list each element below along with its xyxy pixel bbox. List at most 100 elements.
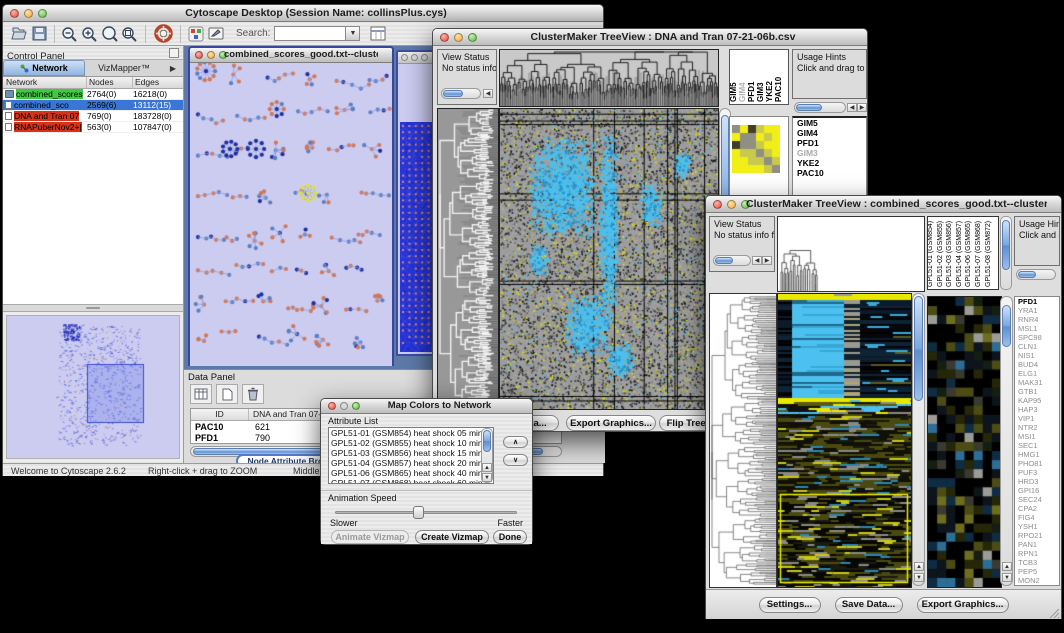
- column-header-network[interactable]: Network: [3, 77, 87, 88]
- gene-label[interactable]: MSL1: [1015, 324, 1059, 333]
- column-label[interactable]: GPL51-07 (GSM868): [975, 221, 982, 287]
- move-up-button[interactable]: ∧: [503, 436, 528, 448]
- gene-label[interactable]: SEC24: [1015, 495, 1059, 504]
- tv2-export-graphics-button[interactable]: Export Graphics...: [917, 597, 1009, 613]
- column-label[interactable]: GPL51-04 (GSM857): [956, 221, 963, 287]
- background-window-titlebar[interactable]: [398, 52, 436, 64]
- column-label[interactable]: GPL51-02 (GSM855): [937, 221, 944, 287]
- column-label[interactable]: GPL51-01 (GSM854): [927, 221, 934, 287]
- zoom-fit-icon[interactable]: [100, 24, 120, 44]
- panel-float-icon[interactable]: [169, 48, 179, 58]
- minimize-button[interactable]: [411, 54, 418, 61]
- overview-splitter[interactable]: [3, 304, 183, 312]
- column-label[interactable]: PAC10: [774, 77, 783, 102]
- scrollbar-thumb[interactable]: [1002, 220, 1010, 270]
- scroll-down-arrow[interactable]: ▼: [914, 573, 924, 582]
- gene-label[interactable]: RNR4: [1015, 315, 1059, 324]
- birdseye-view-canvas[interactable]: [6, 315, 180, 459]
- tv1-row-dendrogram[interactable]: [437, 108, 499, 410]
- column-header-id[interactable]: ID: [191, 409, 249, 420]
- minimize-button[interactable]: [340, 402, 348, 410]
- gene-label[interactable]: HRD3: [1015, 477, 1059, 486]
- gene-label[interactable]: MON2: [1015, 576, 1059, 585]
- scroll-right-arrow[interactable]: ▶: [857, 103, 867, 112]
- scrollbar-thumb[interactable]: [1002, 305, 1011, 347]
- network-table-row[interactable]: combined_sco 2569(6) 13112(15): [3, 100, 183, 111]
- tv1-column-dendrogram[interactable]: [499, 49, 719, 107]
- column-label[interactable]: YKE2: [765, 81, 774, 102]
- zoom-in-icon[interactable]: [80, 24, 100, 44]
- tv2-status-hscrollbar[interactable]: [713, 255, 751, 266]
- tv2-heatmap[interactable]: [777, 293, 912, 588]
- done-button[interactable]: Done: [493, 530, 527, 544]
- gene-label[interactable]: ELG1: [1015, 369, 1059, 378]
- column-label[interactable]: GIM3: [756, 82, 765, 102]
- close-button[interactable]: [195, 51, 203, 59]
- gene-label[interactable]: PUF3: [1015, 468, 1059, 477]
- column-header-edges[interactable]: Edges: [133, 77, 183, 88]
- attribute-select-icon[interactable]: [190, 384, 212, 404]
- scrollbar-thumb[interactable]: [796, 104, 822, 111]
- gene-label[interactable]: VIP1: [1015, 414, 1059, 423]
- scroll-down-arrow[interactable]: ▼: [482, 473, 492, 482]
- gene-label[interactable]: SEC1: [1015, 441, 1059, 450]
- column-label[interactable]: PFD1: [747, 82, 756, 102]
- dialog-titlebar[interactable]: Map Colors to Network: [321, 399, 532, 414]
- gene-label[interactable]: PHO81: [1015, 459, 1059, 468]
- tv1-export-graphics-button[interactable]: Export Graphics...: [566, 415, 656, 431]
- annotation-icon[interactable]: [206, 24, 226, 44]
- main-title-bar[interactable]: Cytoscape Desktop (Session Name: collins…: [3, 5, 603, 22]
- search-dropdown-button[interactable]: ▼: [346, 26, 360, 41]
- gene-label[interactable]: GTB1: [1015, 387, 1059, 396]
- move-down-button[interactable]: ∨: [503, 454, 528, 466]
- gene-label[interactable]: YKE2: [793, 158, 866, 168]
- tv1-heatmap[interactable]: [499, 108, 719, 410]
- gene-label[interactable]: RPO21: [1015, 531, 1059, 540]
- tv1-hints-hscrollbar[interactable]: [794, 102, 846, 113]
- gene-label[interactable]: RPN1: [1015, 549, 1059, 558]
- gene-label[interactable]: HAP3: [1015, 405, 1059, 414]
- network-window-titlebar[interactable]: combined_scores_good.txt--cluste...: [190, 48, 392, 63]
- gene-label[interactable]: CLN1: [1015, 342, 1059, 351]
- attribute-list-item[interactable]: GPL51-01 (GSM854) heat shock 05 min: [329, 428, 493, 438]
- gene-label[interactable]: BUD4: [1015, 360, 1059, 369]
- attribute-list-item[interactable]: GPL51-06 (GSM865) heat shock 40 min: [329, 468, 493, 478]
- gene-label[interactable]: PAC10: [793, 168, 866, 178]
- minimize-button[interactable]: [207, 51, 215, 59]
- close-button[interactable]: [713, 200, 722, 209]
- tv2-labels-vscrollbar[interactable]: [1000, 216, 1012, 290]
- tv2-column-dendrogram[interactable]: [777, 216, 925, 292]
- open-file-icon[interactable]: [9, 24, 29, 44]
- gene-label[interactable]: KAP95: [1015, 396, 1059, 405]
- help-lifering-icon[interactable]: [151, 24, 175, 44]
- delete-attribute-icon[interactable]: [242, 384, 264, 404]
- tv2-row-dendrogram[interactable]: [709, 293, 777, 588]
- zoom-button[interactable]: [421, 54, 428, 61]
- zoom-out-icon[interactable]: [60, 24, 80, 44]
- attribute-list-item[interactable]: GPL51-03 (GSM856) heat shock 15 min: [329, 448, 493, 458]
- tv1-yellow-matrix[interactable]: [732, 125, 780, 173]
- gene-label[interactable]: NTR2: [1015, 423, 1059, 432]
- scroll-left-arrow[interactable]: ◀: [752, 256, 762, 265]
- treeview1-titlebar[interactable]: ClusterMaker TreeView : DNA and Tran 07-…: [433, 29, 867, 46]
- gene-label[interactable]: MSI1: [1015, 432, 1059, 441]
- attribute-list[interactable]: GPL51-01 (GSM854) heat shock 05 min GPL51…: [328, 427, 494, 484]
- create-vizmap-button[interactable]: Create Vizmap: [415, 530, 489, 544]
- gene-label[interactable]: SPC98: [1015, 333, 1059, 342]
- minimize-button[interactable]: [727, 200, 736, 209]
- column-label[interactable]: GPL51-08 (GSM872): [985, 221, 992, 287]
- zoom-selected-icon[interactable]: [120, 24, 140, 44]
- scrollbar-thumb[interactable]: [914, 296, 923, 401]
- column-header-nodes[interactable]: Nodes: [87, 77, 133, 88]
- resize-grip[interactable]: [1048, 607, 1060, 619]
- scroll-left-arrow[interactable]: ◀: [483, 89, 493, 98]
- gene-label[interactable]: YSH1: [1015, 522, 1059, 531]
- treeview2-titlebar[interactable]: ClusterMaker TreeView : combined_scores_…: [706, 196, 1061, 213]
- column-label[interactable]: GIM5: [729, 82, 738, 102]
- gene-label[interactable]: MAK31: [1015, 378, 1059, 387]
- gene-label[interactable]: CPA2: [1015, 504, 1059, 513]
- gene-label[interactable]: PAN1: [1015, 540, 1059, 549]
- close-button[interactable]: [328, 402, 336, 410]
- gene-label[interactable]: PFD1: [1015, 297, 1059, 306]
- attribute-list-vscrollbar[interactable]: ▲ ▼: [481, 428, 493, 483]
